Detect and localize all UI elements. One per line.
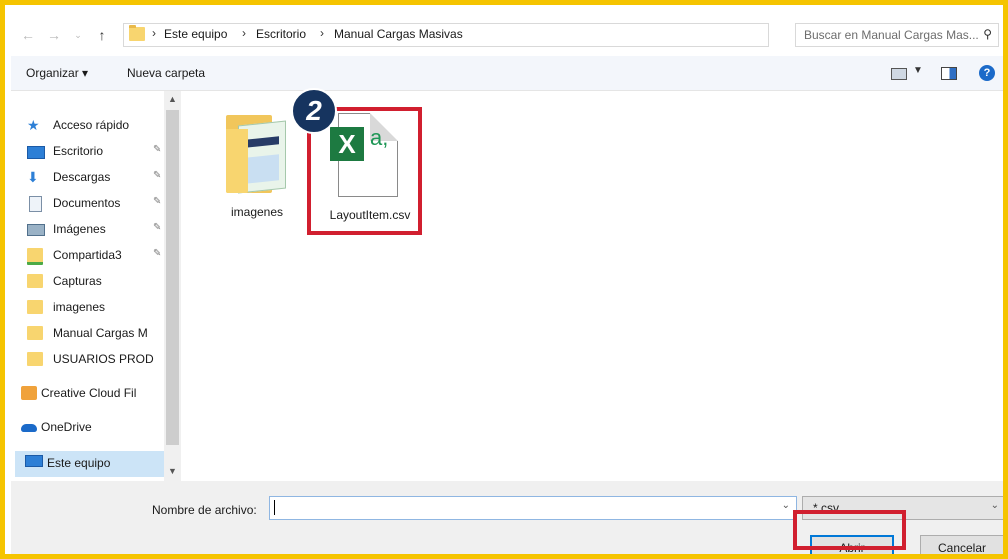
sidebar-item-usuarios-prod[interactable]: USUARIOS PROD	[27, 349, 165, 371]
sidebar-item-label: imagenes	[53, 300, 106, 314]
sidebar-item-label: Acceso rápido	[53, 118, 130, 132]
preview-pane-icon[interactable]	[941, 67, 957, 80]
organize-button[interactable]: Organizar ▾	[26, 66, 88, 80]
change-view-icon[interactable]	[891, 68, 907, 80]
folder-icon	[27, 274, 43, 288]
pin-icon[interactable]: ✎	[153, 248, 161, 259]
search-input[interactable]: Buscar en Manual Cargas Mas... ⚲	[795, 23, 999, 47]
scroll-down-arrow-icon[interactable]: ▼	[164, 464, 181, 478]
address-row: ← → ⌄ ↑ › Este equipo › Escritorio › Man…	[11, 18, 1003, 52]
download-icon: ⬇	[27, 169, 39, 185]
navigation-pane: ★ Acceso rápido Escritorio ✎ ⬇ Descargas…	[11, 91, 181, 481]
breadcrumb-separator-icon: ›	[152, 26, 156, 40]
help-icon[interactable]: ?	[979, 65, 995, 81]
sidebar-item-capturas[interactable]: Capturas	[27, 271, 165, 293]
sidebar-item-label: Descargas	[53, 170, 111, 184]
sidebar-item-label: Creative Cloud Fil	[41, 386, 137, 400]
pin-icon[interactable]: ✎	[153, 222, 161, 233]
breadcrumb-separator-icon: ›	[242, 26, 246, 40]
sidebar-item-compartida3[interactable]: Compartida3 ✎	[27, 245, 165, 267]
address-bar[interactable]: › Este equipo › Escritorio › Manual Carg…	[123, 23, 879, 47]
sidebar-item-onedrive[interactable]: OneDrive	[21, 417, 165, 439]
filename-input[interactable]: ⌄	[269, 496, 797, 520]
file-open-dialog: ← → ⌄ ↑ › Este equipo › Escritorio › Man…	[11, 18, 1003, 554]
sidebar-item-label: Manual Cargas M	[53, 326, 148, 340]
sidebar-item-acceso-rapido[interactable]: ★ Acceso rápido	[27, 115, 165, 137]
nav-scrollbar-thumb[interactable]	[166, 110, 179, 445]
shared-folder-icon	[27, 248, 43, 265]
recent-chevron-icon[interactable]: ⌄	[69, 26, 87, 44]
filename-dropdown-icon[interactable]: ⌄	[782, 500, 790, 511]
creative-cloud-icon	[21, 386, 37, 400]
command-bar: Organizar ▾ Nueva carpeta ▼ ?	[11, 56, 1003, 91]
sidebar-item-label: Este equipo	[47, 456, 111, 470]
sidebar-item-creative-cloud[interactable]: Creative Cloud Fil	[21, 383, 165, 405]
up-arrow-icon[interactable]: ↑	[93, 26, 111, 44]
text-caret	[274, 500, 275, 515]
sidebar-item-descargas[interactable]: ⬇ Descargas ✎	[27, 167, 165, 189]
sidebar-item-label: USUARIOS PROD	[53, 352, 154, 366]
file-type-dropdown-icon[interactable]: ⌄	[991, 500, 999, 511]
breadcrumb-manual-cargas[interactable]: Manual Cargas Masivas	[334, 27, 463, 41]
search-placeholder: Buscar en Manual Cargas Mas...	[804, 28, 979, 42]
onedrive-icon	[21, 424, 37, 432]
sidebar-item-label: Imágenes	[53, 222, 106, 236]
sidebar-item-label: Compartida3	[53, 248, 122, 262]
document-icon	[29, 196, 42, 212]
sidebar-item-manual-cargas[interactable]: Manual Cargas M	[27, 323, 165, 345]
sidebar-item-label: OneDrive	[41, 420, 92, 434]
pin-icon[interactable]: ✎	[153, 144, 161, 155]
pin-icon[interactable]: ✎	[153, 170, 161, 181]
folder-icon	[27, 352, 43, 366]
desktop-icon	[27, 146, 45, 159]
folder-icon	[226, 115, 288, 195]
step-number-badge: 2	[291, 88, 337, 134]
sidebar-item-imagenes-quick[interactable]: Imágenes ✎	[27, 219, 165, 241]
breadcrumb-escritorio[interactable]: Escritorio	[256, 27, 306, 41]
back-arrow-icon[interactable]: ←	[19, 26, 37, 44]
sidebar-item-label: Documentos	[53, 196, 121, 210]
cancel-button[interactable]: Cancelar	[920, 535, 1003, 554]
filename-label: Nombre de archivo:	[152, 503, 257, 517]
breadcrumb-este-equipo[interactable]: Este equipo	[164, 27, 227, 41]
picture-icon	[27, 224, 45, 236]
view-options-dropdown-icon[interactable]: ▼	[913, 65, 923, 76]
folder-icon	[27, 300, 43, 314]
search-icon[interactable]: ⚲	[983, 27, 992, 41]
folder-icon	[129, 25, 145, 41]
scroll-up-arrow-icon[interactable]: ▲	[164, 92, 181, 106]
sidebar-item-este-equipo[interactable]: Este equipo	[15, 451, 165, 477]
highlight-box-open-button	[793, 510, 906, 550]
file-name-label: imagenes	[230, 205, 284, 219]
star-icon: ★	[27, 117, 40, 133]
sidebar-item-label: Escritorio	[53, 144, 104, 158]
new-folder-button[interactable]: Nueva carpeta	[127, 66, 205, 80]
pin-icon[interactable]: ✎	[153, 196, 161, 207]
sidebar-item-documentos[interactable]: Documentos ✎	[27, 193, 165, 215]
sidebar-item-escritorio[interactable]: Escritorio ✎	[27, 141, 165, 163]
sidebar-item-label: Capturas	[53, 274, 102, 288]
folder-icon	[27, 326, 43, 340]
breadcrumb-separator-icon: ›	[320, 26, 324, 40]
sidebar-item-imagenes[interactable]: imagenes	[27, 297, 165, 319]
file-list-pane: imagenes X a, LayoutItem.csv	[182, 91, 1003, 481]
screenshot-frame: ← → ⌄ ↑ › Este equipo › Escritorio › Man…	[5, 5, 1003, 554]
forward-arrow-icon[interactable]: →	[45, 26, 63, 44]
file-item-imagenes[interactable]: imagenes	[212, 91, 302, 221]
computer-icon	[25, 455, 43, 467]
